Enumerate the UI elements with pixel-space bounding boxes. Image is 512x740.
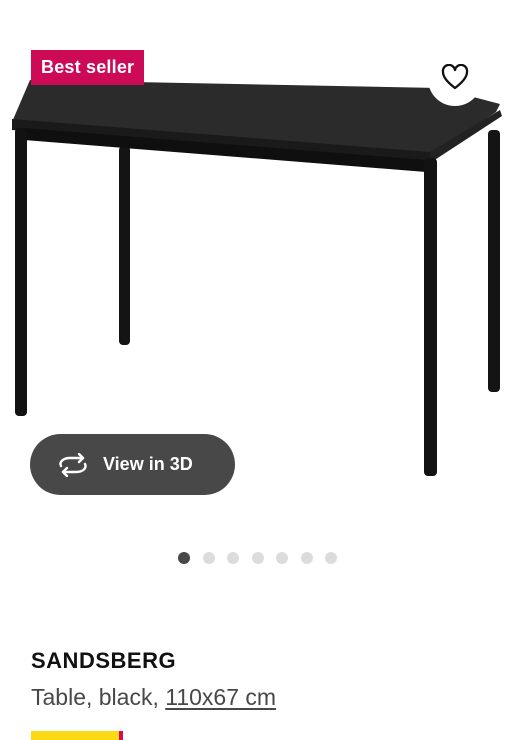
product-page: Best seller View in 3D SANDSBERG Table, …	[0, 0, 512, 740]
heart-outline-icon	[441, 63, 469, 95]
image-carousel-dots	[178, 552, 337, 566]
carousel-dot[interactable]	[276, 552, 288, 564]
carousel-dot[interactable]	[300, 552, 313, 564]
product-description: Table, black, 110x67 cm	[31, 684, 276, 711]
carousel-dot[interactable]	[227, 552, 239, 564]
carousel-dot[interactable]	[251, 552, 264, 564]
carousel-dot[interactable]	[202, 552, 215, 564]
best-seller-badge: Best seller	[31, 50, 145, 85]
product-description-text: Table, black,	[31, 684, 166, 710]
rotate-3d-icon	[56, 452, 90, 478]
carousel-dot[interactable]	[325, 552, 337, 564]
product-dimensions-link[interactable]: 110x67 cm	[165, 684, 276, 710]
price-tag-accent	[119, 731, 123, 740]
favorite-button[interactable]	[428, 52, 482, 106]
carousel-dot[interactable]	[178, 552, 190, 564]
badge-label: Best seller	[41, 57, 135, 77]
view-in-3d-label: View in 3D	[103, 454, 193, 474]
price-tag-strip	[31, 731, 123, 740]
product-name: SANDSBERG	[31, 648, 177, 673]
view-in-3d-button[interactable]: View in 3D	[30, 434, 235, 495]
